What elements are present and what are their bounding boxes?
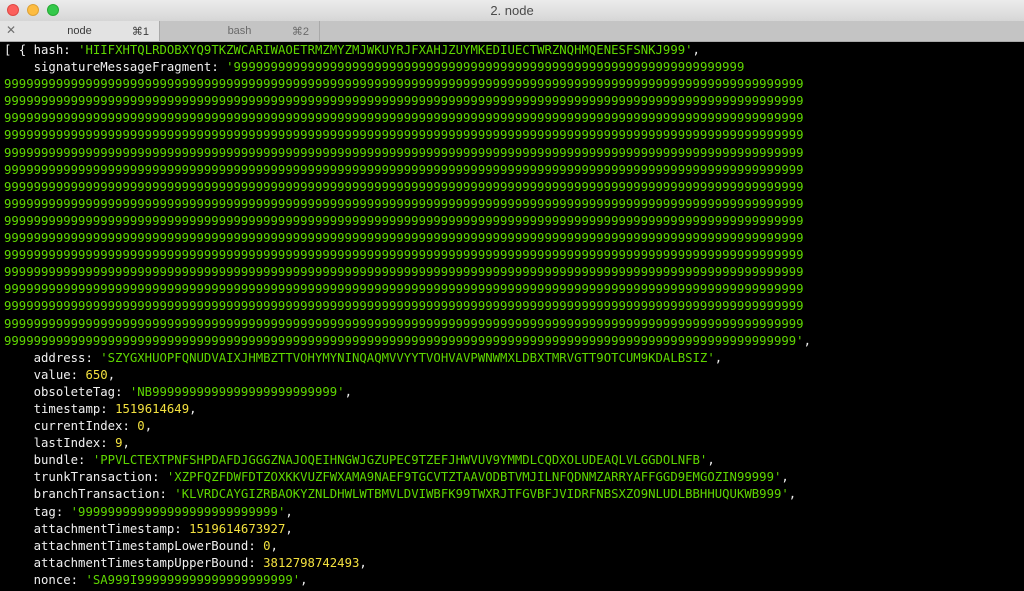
field-value: 0: [263, 538, 271, 553]
output-line: value: 650,: [33, 367, 116, 382]
output-line: 9999999999999999999999999999999999999999…: [4, 231, 804, 246]
field-value: '999999999999999999999999999999999999999…: [226, 60, 745, 75]
field-key: attachmentTimestampLowerBound: [33, 538, 249, 553]
field-key: timestamp: [33, 401, 101, 416]
field-value: '999999999999999999999999999': [70, 504, 286, 519]
field-value: 1519614673927: [189, 521, 286, 536]
output-line: 9999999999999999999999999999999999999999…: [4, 77, 804, 92]
field-key: attachmentTimestampUpperBound: [33, 555, 249, 570]
output-line: 9999999999999999999999999999999999999999…: [4, 94, 804, 109]
output-line: timestamp: 1519614649,: [33, 401, 197, 416]
title-bar: 2. node: [0, 0, 1024, 22]
output-line: signatureMessageFragment: '9999999999999…: [33, 60, 745, 75]
output-line: [ { hash: 'HIIFXHTQLRDOBXYQ9TKZWCARIWAOE…: [4, 43, 700, 57]
tab-shortcut: ⌘1: [131, 26, 149, 38]
field-key: address: [33, 350, 86, 365]
output-line: 9999999999999999999999999999999999999999…: [4, 213, 804, 228]
output-line: nonce: 'SA999I999999999999999999999',: [33, 572, 308, 587]
field-value: 1519614649: [115, 401, 190, 416]
output-line: 9999999999999999999999999999999999999999…: [4, 145, 804, 160]
window-title: 2. node: [490, 3, 534, 18]
field-key: hash: [33, 43, 64, 57]
output-line: 9999999999999999999999999999999999999999…: [4, 265, 804, 280]
output-line: currentIndex: 0,: [33, 419, 153, 434]
output-line: 9999999999999999999999999999999999999999…: [4, 299, 804, 314]
output-line: 9999999999999999999999999999999999999999…: [4, 316, 804, 331]
field-value: 'KLVRDCAYGIZRBAOKYZNLDHWLWTBMVLDVIWBFK99…: [174, 487, 789, 502]
output-line: branchTransaction: 'KLVRDCAYGIZRBAOKYZNL…: [33, 487, 797, 502]
output-line: 9999999999999999999999999999999999999999…: [4, 282, 804, 297]
field-value: 'SZYGXHUOPFQNUDVAIXJHMBZTTVOHYMYNINQAQMV…: [100, 350, 715, 365]
tab-bar: ✕ node ⌘1 bash ⌘2: [0, 21, 1024, 42]
output-line: 9999999999999999999999999999999999999999…: [4, 248, 804, 263]
field-key: branchTransaction: [33, 487, 160, 502]
output-line: attachmentTimestampLowerBound: 0,: [33, 538, 278, 553]
output-line: 9999999999999999999999999999999999999999…: [4, 111, 804, 126]
field-key: signatureMessageFragment: [33, 60, 212, 75]
field-value: 'SA999I999999999999999999999': [85, 572, 301, 587]
output-line: obsoleteTag: 'NB999999999999999999999999…: [33, 384, 352, 399]
field-value: 0: [137, 419, 145, 434]
tab-shortcut: ⌘2: [291, 26, 309, 38]
tab-bash[interactable]: bash ⌘2: [160, 21, 320, 41]
terminal-output[interactable]: [ { hash: 'HIIFXHTQLRDOBXYQ9TKZWCARIWAOE…: [4, 42, 1022, 591]
field-value: 'XZPFQZFDWFDTZOXKKVUZFWXAMA9NAEF9TGCVTZT…: [166, 470, 782, 485]
output-line: bundle: 'PPVLCTEXTPNFSHPDAFDJGGGZNAJOQEI…: [33, 453, 715, 468]
field-key: tag: [33, 504, 56, 519]
field-key: value: [33, 367, 71, 382]
field-key: currentIndex: [33, 419, 123, 434]
output-line: attachmentTimestampUpperBound: 381279874…: [33, 555, 367, 570]
output-line: 9999999999999999999999999999999999999999…: [4, 196, 804, 211]
field-key: bundle: [33, 453, 79, 468]
output-line: address: 'SZYGXHUOPFQNUDVAIXJHMBZTTVOHYM…: [33, 350, 723, 365]
tab-node[interactable]: ✕ node ⌘1: [0, 21, 160, 41]
field-key: trunkTransaction: [33, 470, 153, 485]
field-value: 'HIIFXHTQLRDOBXYQ9TKZWCARIWAOETRMZMYZMJW…: [78, 43, 693, 57]
field-key: nonce: [33, 572, 71, 587]
field-value: 650: [85, 367, 108, 382]
field-key: lastIndex: [33, 436, 101, 451]
output-line: 9999999999999999999999999999999999999999…: [4, 179, 804, 194]
output-line: 9999999999999999999999999999999999999999…: [4, 162, 804, 177]
output-line: trunkTransaction: 'XZPFQZFDWFDTZOXKKVUZF…: [33, 470, 789, 485]
field-value: 'PPVLCTEXTPNFSHPDAFDJGGGZNAJOQEIHNGWJGZU…: [92, 453, 708, 468]
output-line: 9999999999999999999999999999999999999999…: [4, 128, 804, 143]
output-line: lastIndex: 9,: [33, 436, 130, 451]
output-line: attachmentTimestamp: 1519614673927,: [33, 521, 293, 536]
field-key: attachmentTimestamp: [33, 521, 175, 536]
field-value: 3812798742493: [263, 555, 360, 570]
field-key: obsoleteTag: [33, 384, 116, 399]
field-value: 'NB9999999999999999999999999': [129, 384, 345, 399]
output-line: 9999999999999999999999999999999999999999…: [4, 333, 811, 348]
output-line: tag: '999999999999999999999999999',: [33, 504, 293, 519]
